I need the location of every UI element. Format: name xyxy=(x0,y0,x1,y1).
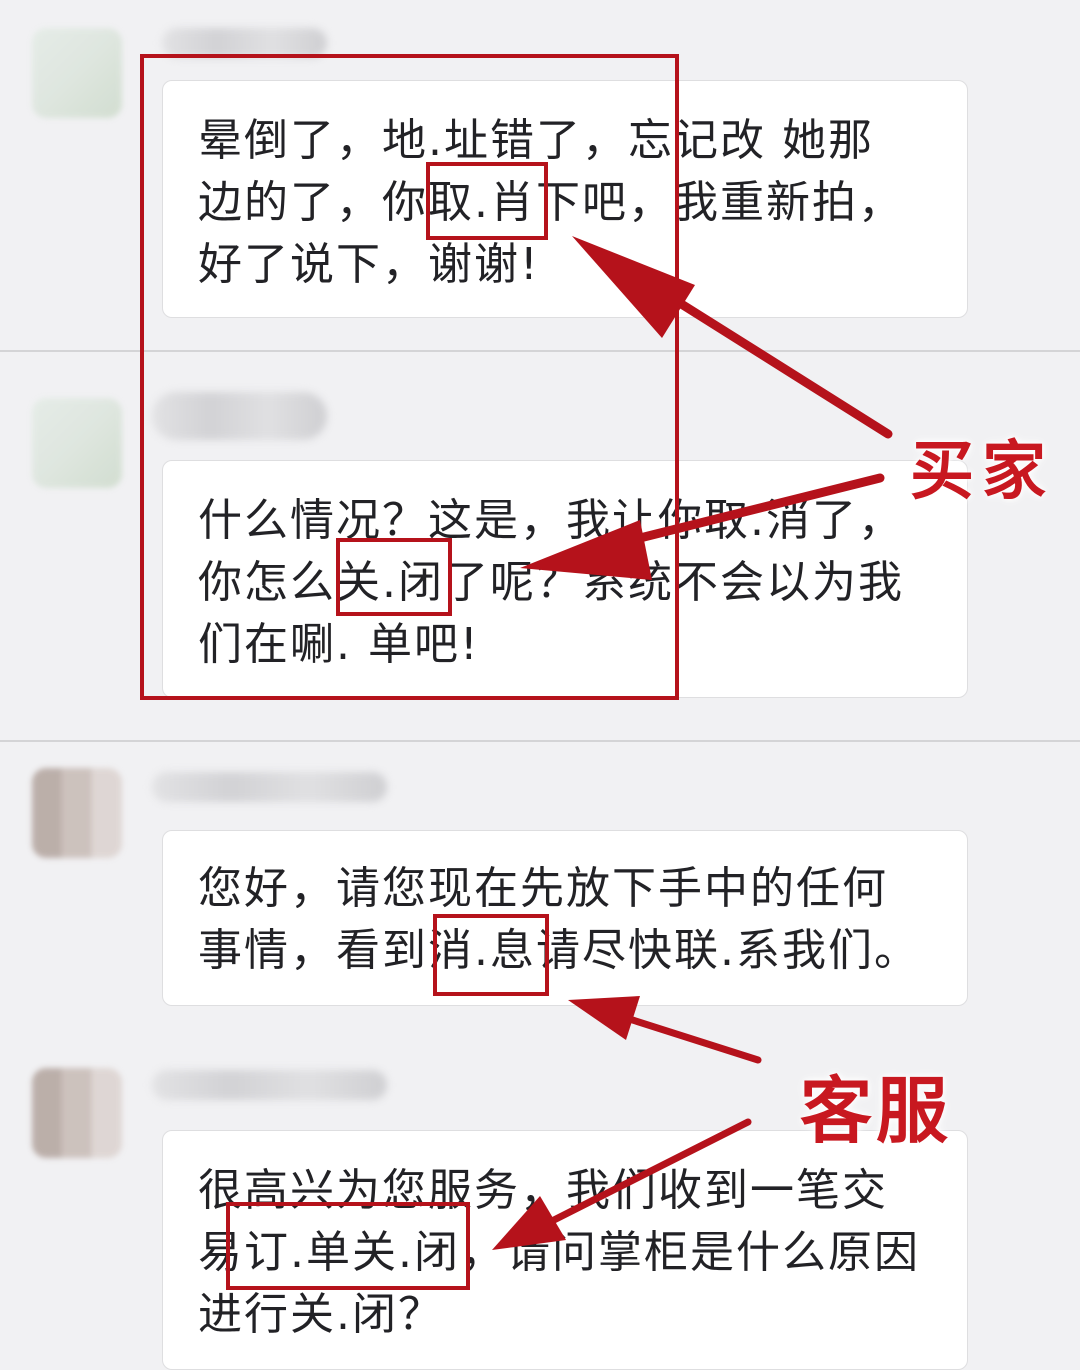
service-label: 客服 xyxy=(800,1069,953,1153)
buyer-label: 买家 xyxy=(910,435,1054,509)
